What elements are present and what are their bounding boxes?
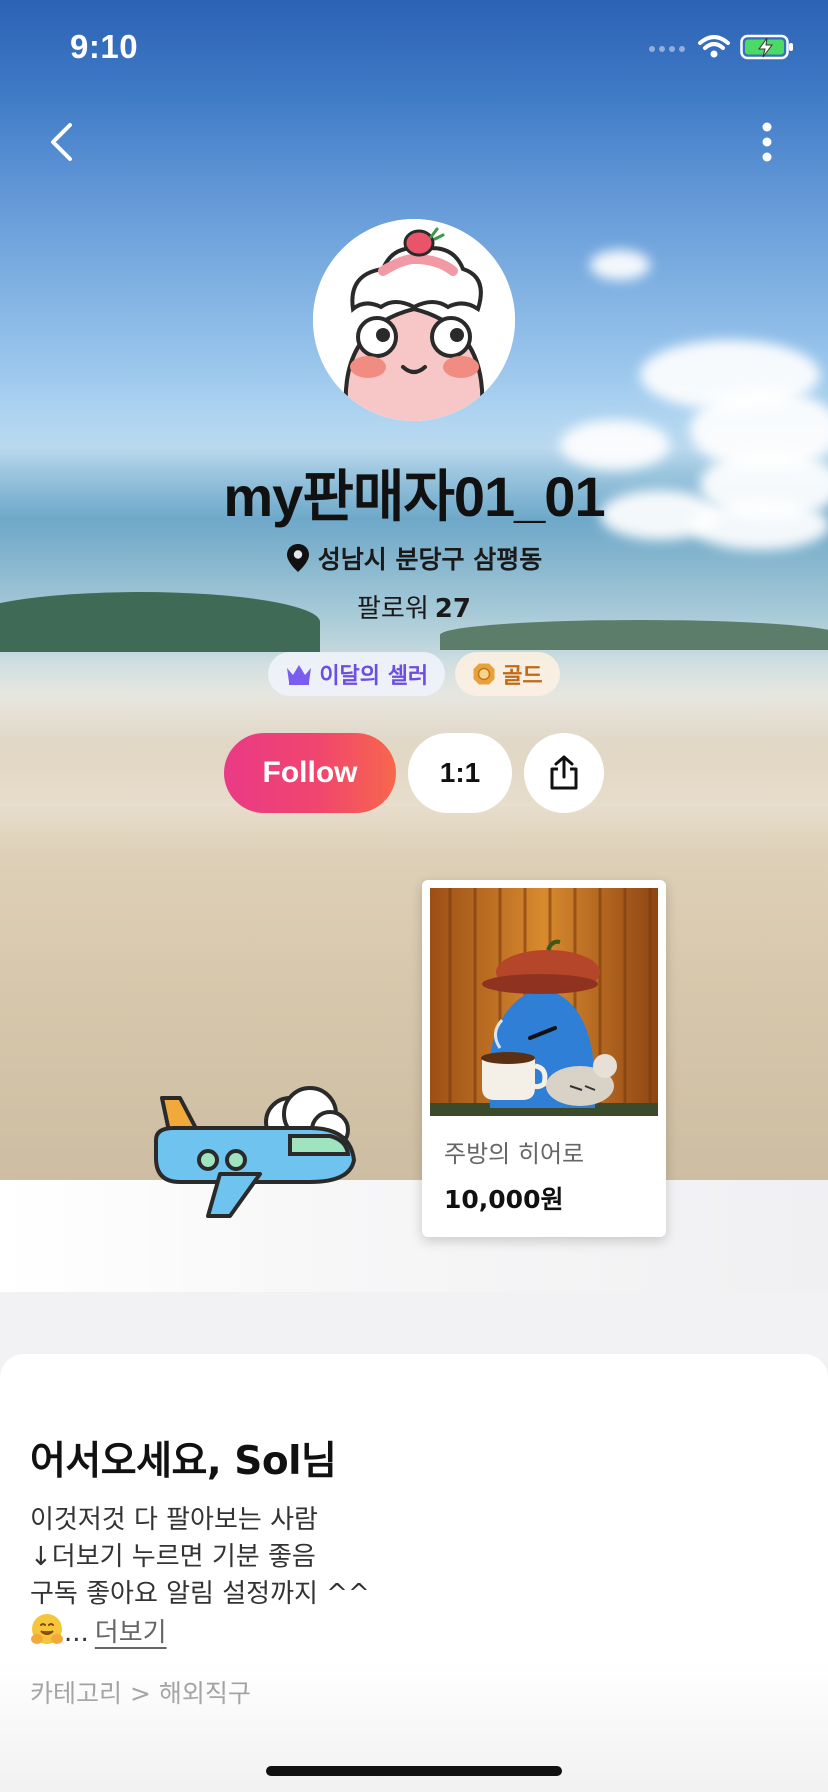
intro-line-last: ... 더보기	[30, 1613, 370, 1652]
product-title: 주방의 히어로	[444, 1140, 585, 1168]
airplane-illustration	[154, 1086, 357, 1218]
follow-button[interactable]: Follow	[224, 733, 396, 813]
location-text: 성남시 분당구 삼평동	[317, 545, 543, 574]
gold-grade-badge[interactable]: 골드	[455, 652, 560, 696]
more-options-button[interactable]	[744, 116, 790, 168]
vertical-ellipsis-icon	[762, 122, 772, 162]
profile-actions: Follow 1:1	[0, 733, 828, 813]
featured-product-card[interactable]: 주방의 히어로 10,000원	[422, 880, 666, 1237]
intro-line: 구독 좋아요 알림 설정까지 ^^	[30, 1579, 370, 1609]
shop-introduction: 이것저것 다 팔아보는 사람 ↓더보기 누르면 기분 좋음 구독 좋아요 알림 …	[30, 1502, 370, 1652]
follower-info[interactable]: 팔로워 27	[0, 588, 828, 625]
status-icons	[648, 34, 794, 60]
monthly-seller-badge[interactable]: 이달의 셀러	[268, 652, 446, 696]
chevron-left-icon	[51, 123, 72, 161]
monthly-seller-label: 이달의 셀러	[319, 664, 429, 689]
one-to-one-chat-button[interactable]: 1:1	[408, 733, 512, 813]
follower-label: 팔로워	[357, 594, 429, 624]
hugging-face-emoji-icon	[31, 1614, 63, 1644]
cover-bottom-area	[0, 1180, 828, 1292]
intro-line: ↓더보기 누르면 기분 좋음	[30, 1542, 316, 1572]
product-image	[430, 888, 658, 1116]
location-pin-icon	[286, 544, 309, 572]
back-button[interactable]	[38, 116, 84, 168]
coffee-character-illustration	[430, 888, 658, 1116]
home-indicator[interactable]	[266, 1766, 562, 1776]
gold-medal-icon	[473, 663, 495, 685]
status-time: 9:10	[70, 28, 139, 65]
shop-category[interactable]: 카테고리 > 해외직구	[30, 1674, 251, 1710]
profile-location: 성남시 분당구 삼평동	[0, 540, 828, 576]
product-price: 10,000원	[444, 1185, 564, 1214]
profile-avatar[interactable]	[313, 219, 515, 421]
intro-ellipsis: ...	[64, 1618, 89, 1648]
battery-charging-icon	[740, 34, 793, 60]
seller-badges: 이달의 셀러 골드	[0, 652, 828, 696]
shop-intro-sheet: 어서오세요, Sol님 이것저것 다 팔아보는 사람 ↓더보기 누르면 기분 좋…	[0, 1354, 828, 1792]
read-more-link[interactable]: 더보기	[95, 1618, 167, 1648]
signal-icon	[649, 46, 685, 52]
follower-count: 27	[434, 594, 471, 624]
wifi-icon	[698, 35, 730, 58]
gold-grade-label: 골드	[502, 664, 543, 689]
peach-character-avatar	[313, 219, 515, 421]
share-button[interactable]	[524, 733, 604, 813]
intro-line: 이것저것 다 팔아보는 사람	[30, 1505, 318, 1535]
greeting-title: 어서오세요, Sol님	[30, 1439, 337, 1484]
share-icon	[550, 755, 578, 790]
crown-icon	[287, 665, 312, 685]
profile-name: my판매자01_01	[223, 465, 605, 528]
